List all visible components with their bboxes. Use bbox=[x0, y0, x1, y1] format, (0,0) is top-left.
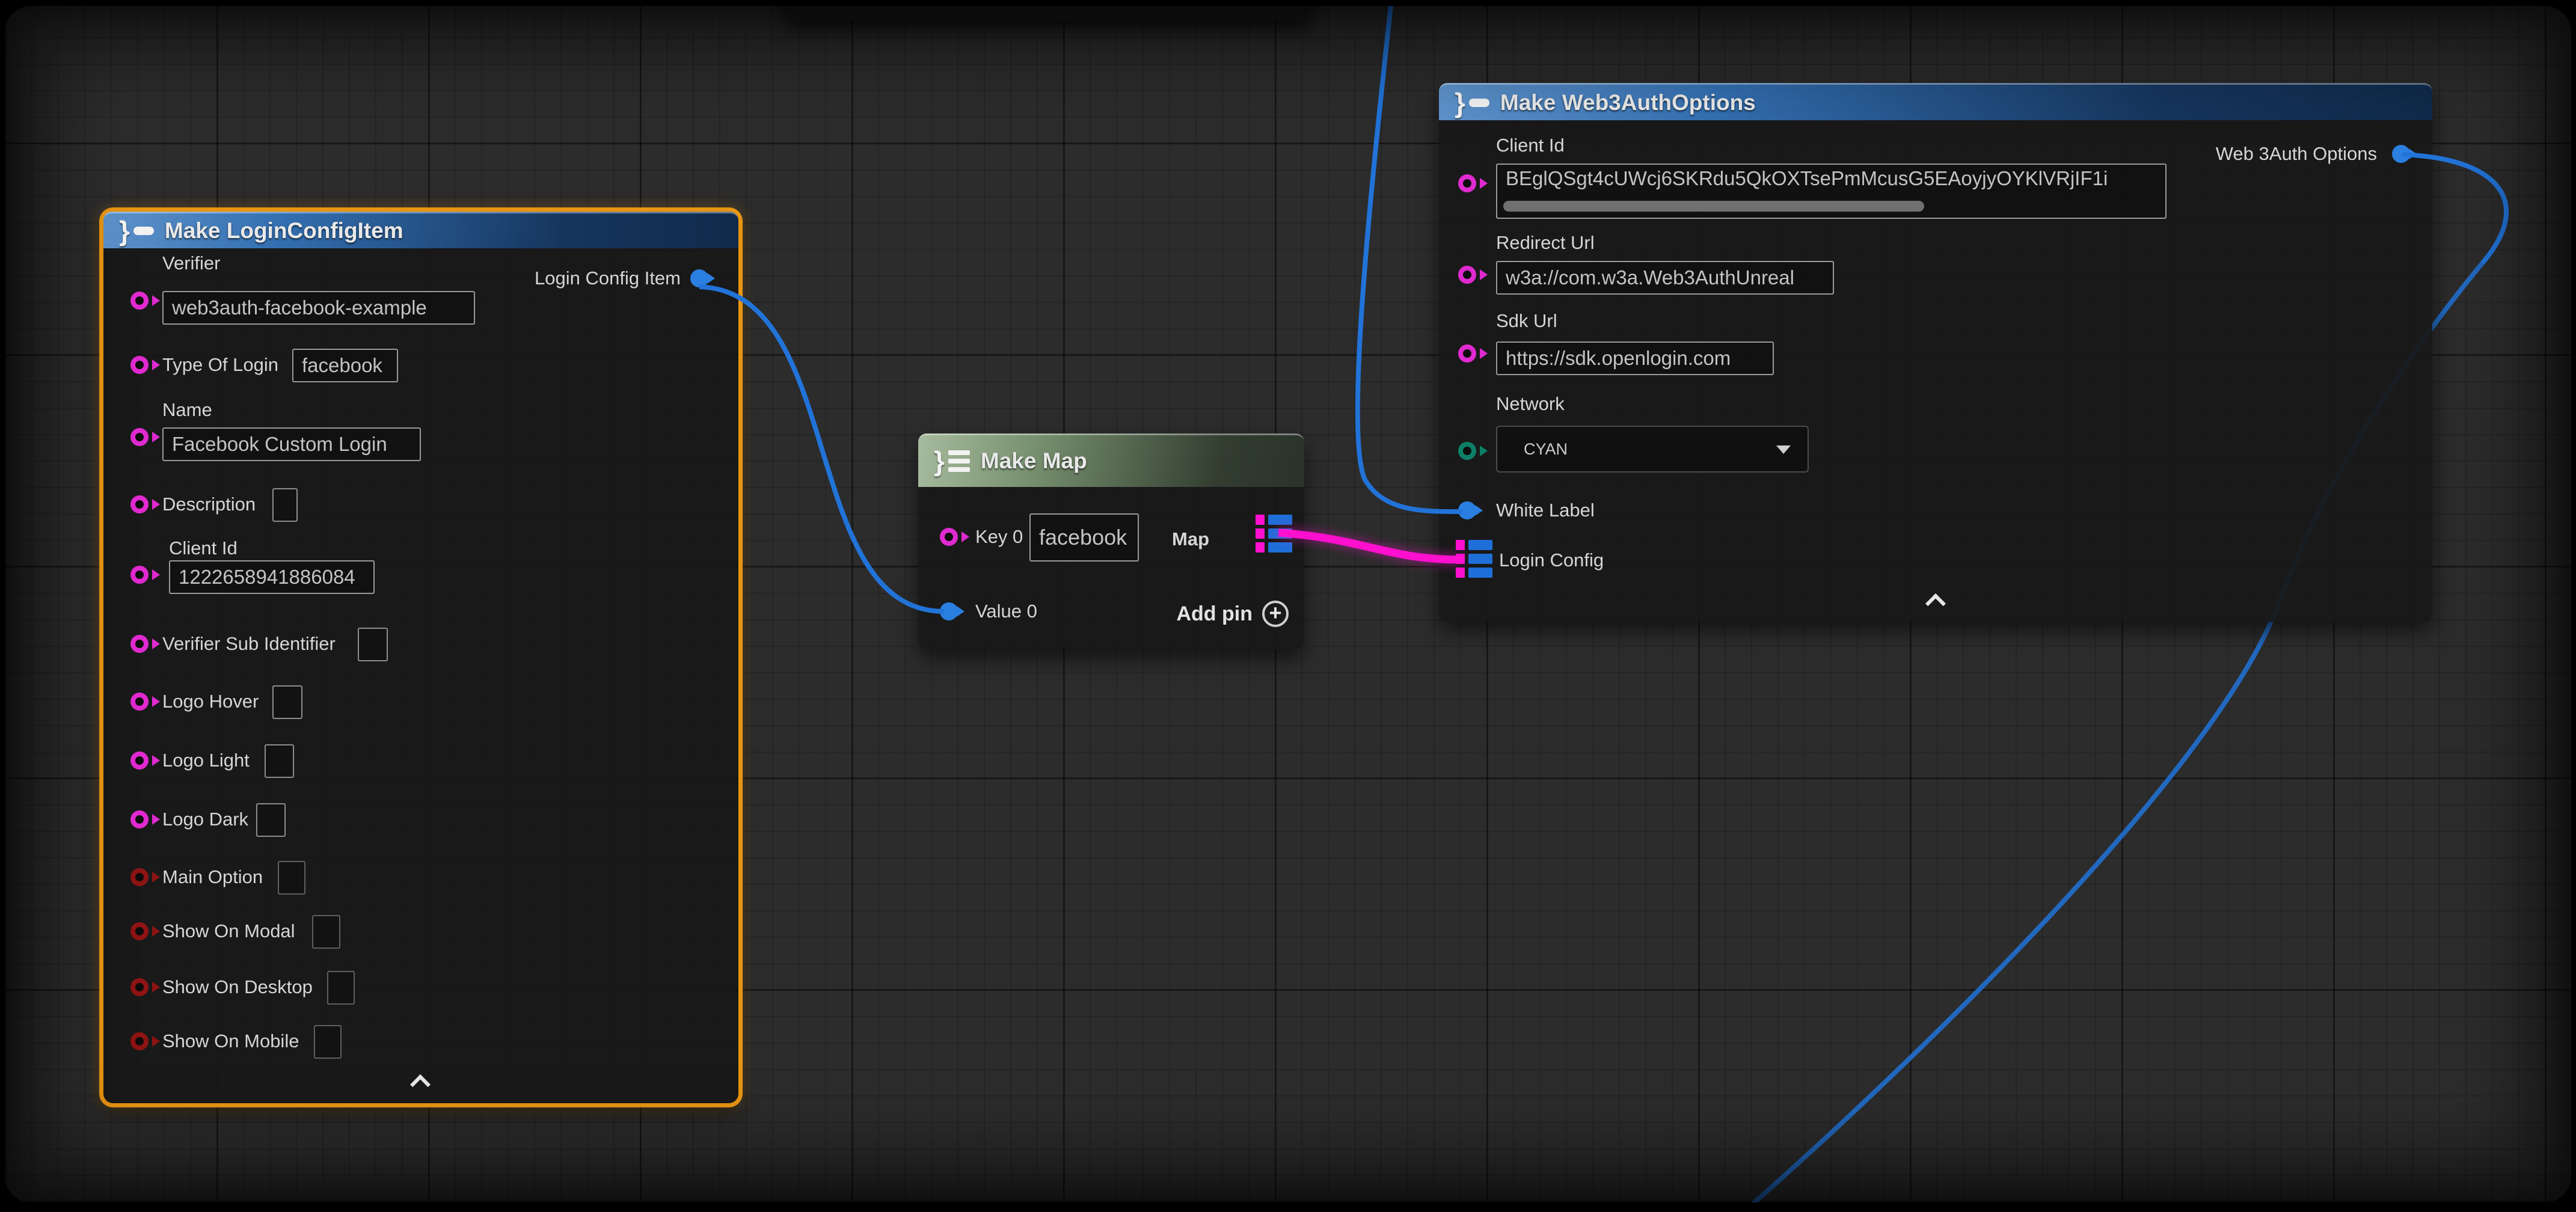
wires-front-layer bbox=[5, 6, 2571, 1202]
wire-web3auth-options-out-head[interactable] bbox=[2402, 155, 2506, 263]
wire-login-config-item-to-value0[interactable] bbox=[699, 287, 944, 611]
wire-offscreen-to-white-label[interactable] bbox=[1358, 6, 1462, 512]
wire-map-to-login-config[interactable] bbox=[1278, 533, 1460, 560]
graph-canvas[interactable]: } Make LoginConfigItem Login Config Item… bbox=[5, 6, 2571, 1202]
blueprint-editor-viewport: } Make LoginConfigItem Login Config Item… bbox=[0, 0, 2576, 1212]
